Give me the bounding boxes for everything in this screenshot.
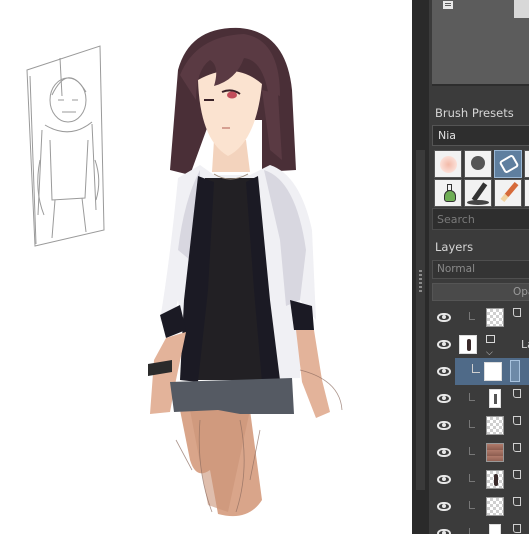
pencil-brush-icon[interactable] [494, 179, 522, 207]
indent-line [469, 393, 475, 401]
indent-line [469, 528, 475, 534]
eye-icon[interactable] [437, 529, 451, 534]
brush-presets-title: Brush Presets [435, 106, 514, 120]
layer-thumbnail [489, 389, 501, 408]
layer-name[interactable]: La [521, 338, 529, 351]
eye-icon[interactable] [437, 340, 451, 349]
list-icon[interactable] [442, 0, 454, 10]
panel-splitter[interactable] [412, 0, 429, 534]
opacity-slider[interactable]: Opa [432, 283, 529, 301]
soft-round-brush-icon[interactable] [434, 150, 462, 178]
folder-icon [486, 335, 495, 343]
mask-icon[interactable] [510, 360, 520, 382]
eye-icon[interactable] [437, 448, 451, 457]
overview-thumbnail [514, 0, 529, 18]
artwork-illustration [26, 27, 343, 517]
tag-icon[interactable] [513, 470, 521, 479]
right-dock: Brush Presets Nia Search Layers Normal O… [429, 0, 529, 534]
layer-thumbnail [486, 443, 504, 462]
tag-icon[interactable] [513, 497, 521, 506]
tag-icon[interactable] [513, 524, 521, 533]
layer-row[interactable] [429, 520, 529, 534]
flask-brush-icon[interactable] [434, 179, 462, 207]
indent-line [469, 420, 475, 428]
airbrush-selected-icon[interactable] [494, 150, 522, 178]
layer-row[interactable] [429, 412, 529, 439]
splitter-handle-icon[interactable] [419, 270, 422, 294]
layer-thumbnail [486, 416, 504, 435]
eye-icon[interactable] [437, 367, 451, 376]
brush-search-input[interactable]: Search [432, 208, 529, 230]
pen-brush-icon[interactable] [464, 179, 492, 207]
layer-thumbnail [486, 497, 504, 516]
indent-line [469, 447, 475, 455]
pencil-sketch [26, 45, 105, 247]
layers-title: Layers [435, 240, 474, 254]
layer-thumbnail [486, 308, 504, 327]
tag-icon[interactable] [513, 443, 521, 452]
eye-icon[interactable] [437, 394, 451, 403]
tag-icon[interactable] [513, 389, 521, 398]
overview-panel[interactable] [432, 0, 529, 86]
layer-thumbnail [484, 362, 502, 381]
splitter-grip[interactable] [416, 150, 425, 490]
blend-mode-select[interactable]: Normal [432, 260, 529, 279]
layer-row[interactable] [429, 304, 529, 331]
layer-thumbnail [489, 524, 501, 534]
layer-row[interactable] [429, 385, 529, 412]
opacity-label: Opa [513, 286, 529, 298]
layer-thumbnail [459, 335, 477, 354]
preset-tag-select[interactable]: Nia [432, 125, 529, 146]
layer-thumbnail [486, 470, 504, 489]
layer-group-row[interactable]: ⌵ La [429, 331, 529, 358]
brush-partial-icon[interactable] [524, 150, 529, 178]
layer-row[interactable] [429, 439, 529, 466]
tag-icon[interactable] [513, 416, 521, 425]
brush-partial-icon[interactable] [524, 179, 529, 207]
layer-row[interactable] [429, 466, 529, 493]
indent-line [469, 312, 475, 320]
tag-icon[interactable] [513, 308, 521, 317]
chevron-down-icon[interactable]: ⌵ [486, 348, 493, 358]
eye-icon[interactable] [437, 313, 451, 322]
drawing-canvas[interactable] [0, 0, 412, 534]
layer-row-selected[interactable] [429, 358, 529, 385]
eye-icon[interactable] [437, 475, 451, 484]
eye-icon[interactable] [437, 502, 451, 511]
eye-icon[interactable] [437, 421, 451, 430]
indent-line [469, 501, 475, 509]
indent-line [469, 474, 475, 482]
hard-round-brush-icon[interactable] [464, 150, 492, 178]
layer-row[interactable] [429, 493, 529, 520]
